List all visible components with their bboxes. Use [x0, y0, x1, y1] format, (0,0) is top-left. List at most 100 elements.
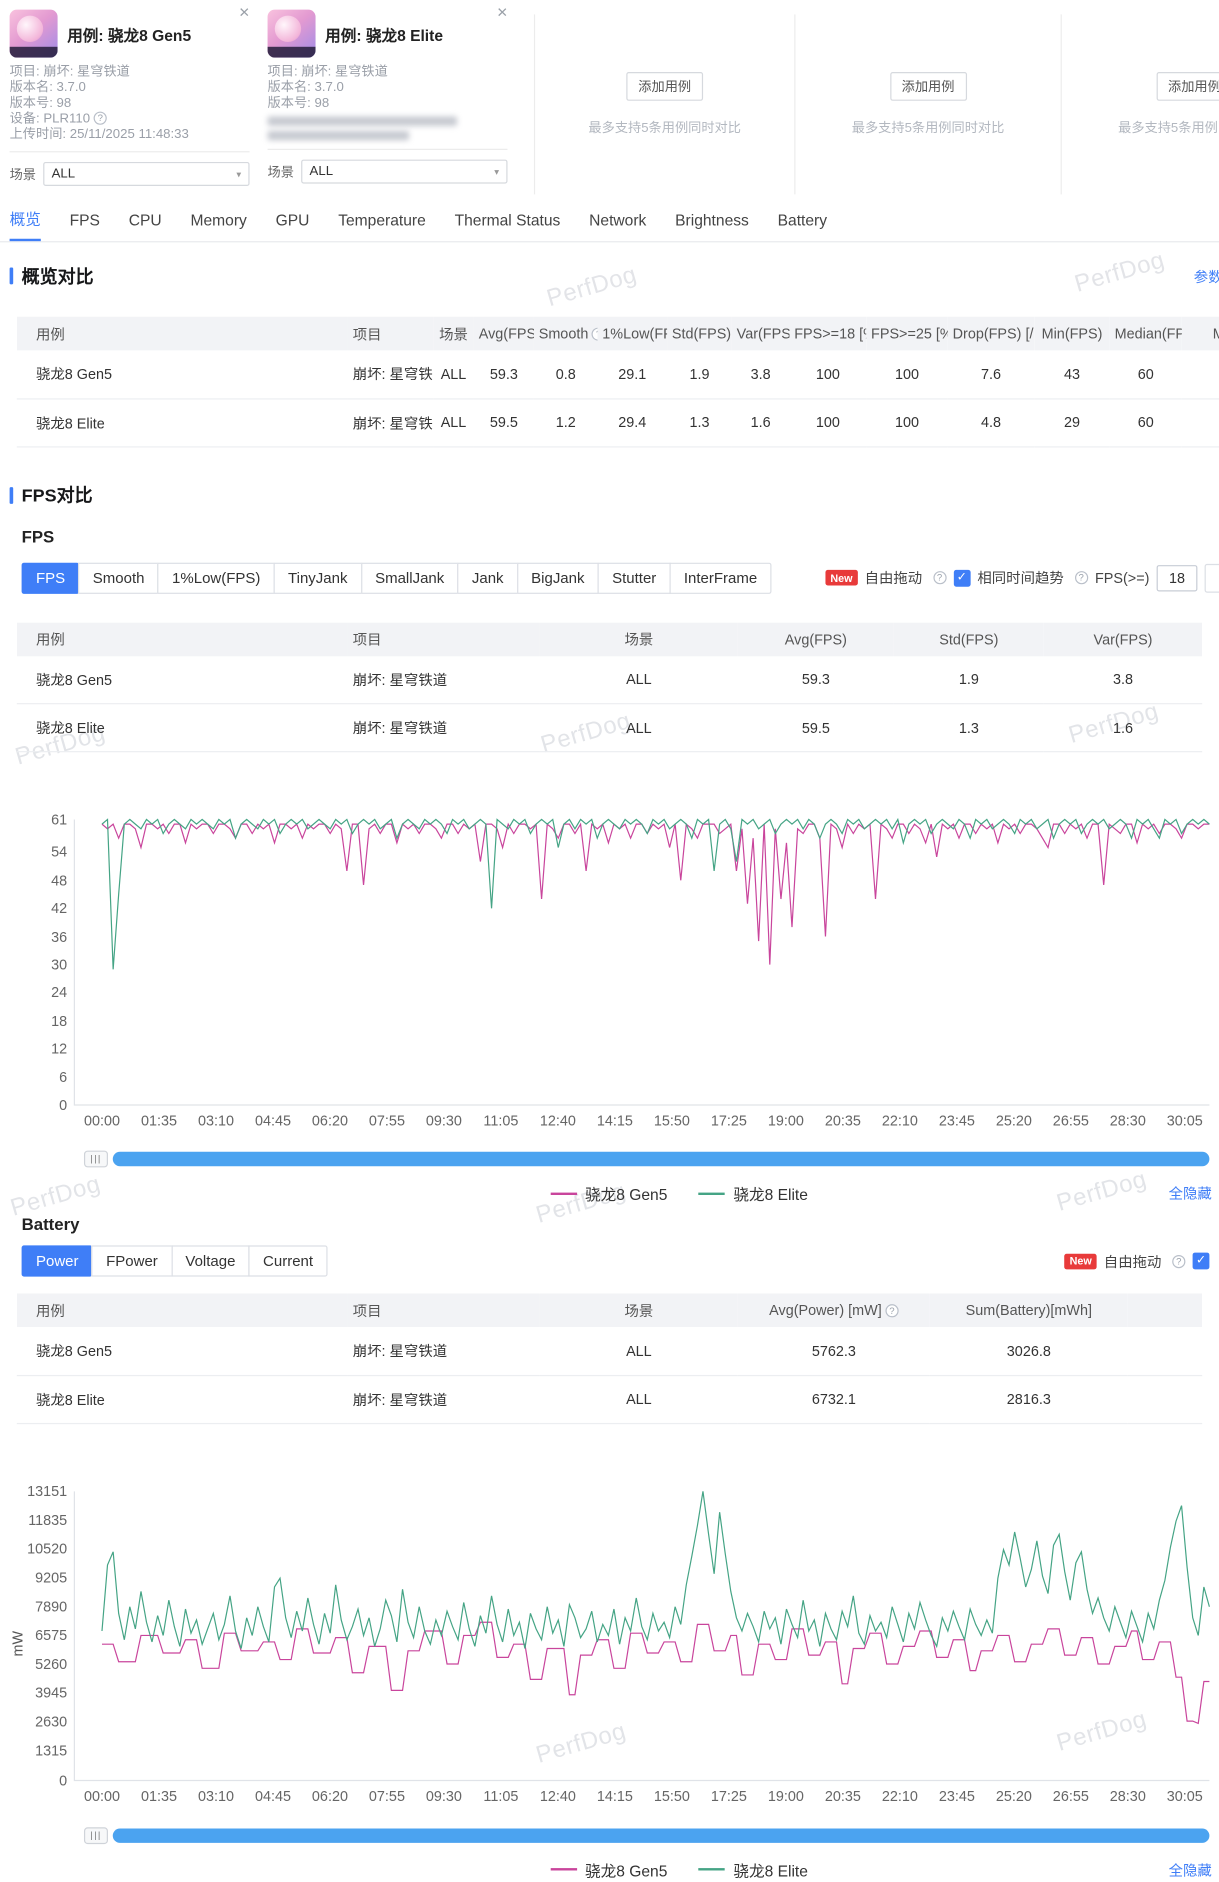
- series-line: [101, 817, 1210, 970]
- divider: [9, 151, 250, 153]
- fps-subtab-jank[interactable]: Jank: [457, 562, 518, 594]
- help-icon[interactable]: ?: [1172, 1254, 1186, 1268]
- scene-select[interactable]: ALL ▾: [301, 159, 508, 184]
- column-header: Sum(Battery)[mWh]: [929, 1293, 1128, 1327]
- tab-gpu[interactable]: GPU: [276, 211, 310, 241]
- scrollbar-track[interactable]: [112, 1827, 1210, 1843]
- metric-tab-bar: 概览 FPS CPU Memory GPU Temperature Therma…: [0, 201, 1219, 243]
- scrollbar-handle[interactable]: |||: [83, 1150, 108, 1168]
- battery-subtab-voltage[interactable]: Voltage: [170, 1245, 250, 1277]
- x-axis-tick-label: 22:10: [881, 1787, 918, 1804]
- legend-item-gen5[interactable]: 骁龙8 Gen5: [550, 1858, 667, 1881]
- scrollbar-handle[interactable]: |||: [83, 1826, 108, 1844]
- scene-select[interactable]: ALL ▾: [43, 161, 250, 186]
- fps-subtab-smalljank[interactable]: SmallJank: [360, 562, 459, 594]
- battery-subtab-power[interactable]: Power: [21, 1245, 93, 1277]
- help-icon[interactable]: ?: [1074, 571, 1088, 585]
- add-case-button[interactable]: 添加用例: [889, 71, 967, 101]
- fps-subtab-fps[interactable]: FPS: [21, 562, 80, 594]
- legend-item-gen5[interactable]: 骁龙8 Gen5: [550, 1182, 667, 1205]
- add-case-button[interactable]: 添加用例: [1156, 71, 1219, 101]
- legend-item-elite[interactable]: 骁龙8 Elite: [698, 1182, 808, 1205]
- help-icon[interactable]: ?: [591, 327, 598, 341]
- scene-label: 场景: [267, 165, 294, 180]
- tab-overview[interactable]: 概览: [9, 206, 41, 242]
- tab-cpu[interactable]: CPU: [129, 211, 162, 241]
- scrollbar-track[interactable]: [112, 1151, 1210, 1167]
- x-axis-tick-label: 20:35: [824, 1112, 861, 1130]
- table-cell: 骁龙8 Gen5: [16, 655, 348, 705]
- column-header: 场景: [539, 1293, 738, 1327]
- x-axis-tick-label: 30:05: [1166, 1112, 1203, 1130]
- fps-subtab-tinyjank[interactable]: TinyJank: [273, 562, 362, 594]
- section-title-bar: [9, 486, 14, 504]
- table-cell: 29.4: [597, 398, 668, 447]
- section-title-bar: [9, 267, 14, 285]
- add-case-button[interactable]: 添加用例: [626, 71, 704, 101]
- fps-chart-scrollbar[interactable]: |||: [83, 1150, 1210, 1168]
- table-cell: 100: [789, 398, 867, 447]
- case-version-name: 版本名: 3.7.0: [9, 80, 86, 95]
- legend-swatch-elite: [698, 1192, 725, 1195]
- fps-subtab-1pctlow[interactable]: 1%Low(FPS): [157, 562, 275, 594]
- close-icon[interactable]: ×: [239, 4, 250, 22]
- battery-trend-checkbox[interactable]: ✓: [1192, 1252, 1210, 1270]
- battery-subtab-fpower[interactable]: FPower: [91, 1245, 173, 1277]
- fps-subtab-smooth[interactable]: Smooth: [78, 562, 159, 594]
- battery-table: 用例 项目 场景 Avg(Power) [mW]? Sum(Battery)[mWh] 骁…: [16, 1293, 1203, 1424]
- info-icon[interactable]: ?: [93, 111, 107, 125]
- params-link[interactable]: 参数设置: [1194, 266, 1219, 286]
- column-header: Std(FPS): [667, 316, 732, 351]
- hide-all-link[interactable]: 全隐藏: [1169, 1859, 1212, 1879]
- y-axis-tick-label: 36: [51, 928, 68, 945]
- x-axis-tick-label: 04:45: [254, 1112, 291, 1130]
- tab-network[interactable]: Network: [589, 211, 646, 241]
- x-axis-tick-label: 09:30: [425, 1112, 462, 1130]
- blurred-device-info: [267, 116, 458, 126]
- table-cell: 43: [1034, 350, 1110, 399]
- table-cell: 3.8: [731, 350, 790, 399]
- fps-threshold-input[interactable]: [1156, 564, 1198, 591]
- table-cell: 100: [866, 398, 948, 447]
- help-icon[interactable]: ?: [885, 1304, 899, 1318]
- fps-subtab-bigjank[interactable]: BigJank: [516, 562, 599, 594]
- x-axis-tick-label: 03:10: [197, 1112, 234, 1130]
- x-axis-tick-label: 26:55: [1052, 1112, 1089, 1130]
- x-axis-tick-label: 28:30: [1109, 1112, 1146, 1130]
- x-axis-tick-label: 15:50: [653, 1112, 690, 1130]
- column-header: Var(FPS): [1043, 622, 1203, 656]
- fps-threshold-label: FPS(>=): [1094, 569, 1150, 587]
- table-cell: 1.3: [893, 703, 1044, 753]
- clipped-control[interactable]: [1204, 563, 1219, 593]
- tab-temperature[interactable]: Temperature: [338, 211, 426, 241]
- chart-plot-area[interactable]: [73, 1490, 1210, 1781]
- fps-subtab-stutter[interactable]: Stutter: [597, 562, 671, 594]
- table-cell: 崩坏: 星穹铁道: [347, 398, 434, 447]
- add-case-slot: 添加用例 最多支持5条用例同时对比: [1060, 14, 1219, 195]
- tab-brightness[interactable]: Brightness: [675, 211, 749, 241]
- help-icon[interactable]: ?: [932, 571, 947, 585]
- tab-fps[interactable]: FPS: [70, 211, 100, 241]
- column-header: Avg(Power) [mW]?: [737, 1293, 930, 1327]
- close-icon[interactable]: ×: [497, 4, 508, 22]
- section-title-text: 概览对比: [21, 266, 94, 288]
- y-axis-tick-label: 13151: [27, 1482, 68, 1500]
- table-cell: 1.3: [667, 398, 732, 447]
- column-header: Std(FPS): [893, 622, 1044, 656]
- tab-battery[interactable]: Battery: [778, 211, 827, 241]
- table-cell: 3026.8: [929, 1326, 1128, 1376]
- x-axis-tick-label: 00:00: [83, 1787, 120, 1804]
- x-axis-tick-label: 12:40: [539, 1787, 576, 1804]
- battery-subtab-current[interactable]: Current: [248, 1245, 328, 1277]
- tab-memory[interactable]: Memory: [190, 211, 246, 241]
- fps-subtab-interframe[interactable]: InterFrame: [669, 562, 772, 594]
- chart-plot-area[interactable]: [73, 817, 1210, 1106]
- fps-chart-legend: 骁龙8 Gen5 骁龙8 Elite 全隐藏: [17, 1182, 1212, 1205]
- same-time-trend-checkbox[interactable]: ✓: [953, 569, 971, 587]
- case-avatar: [9, 9, 58, 58]
- y-axis-tick-label: 1315: [35, 1742, 68, 1760]
- tab-thermal-status[interactable]: Thermal Status: [455, 211, 561, 241]
- hide-all-link[interactable]: 全隐藏: [1169, 1183, 1212, 1203]
- battery-chart-scrollbar[interactable]: |||: [83, 1826, 1210, 1844]
- legend-item-elite[interactable]: 骁龙8 Elite: [698, 1858, 808, 1881]
